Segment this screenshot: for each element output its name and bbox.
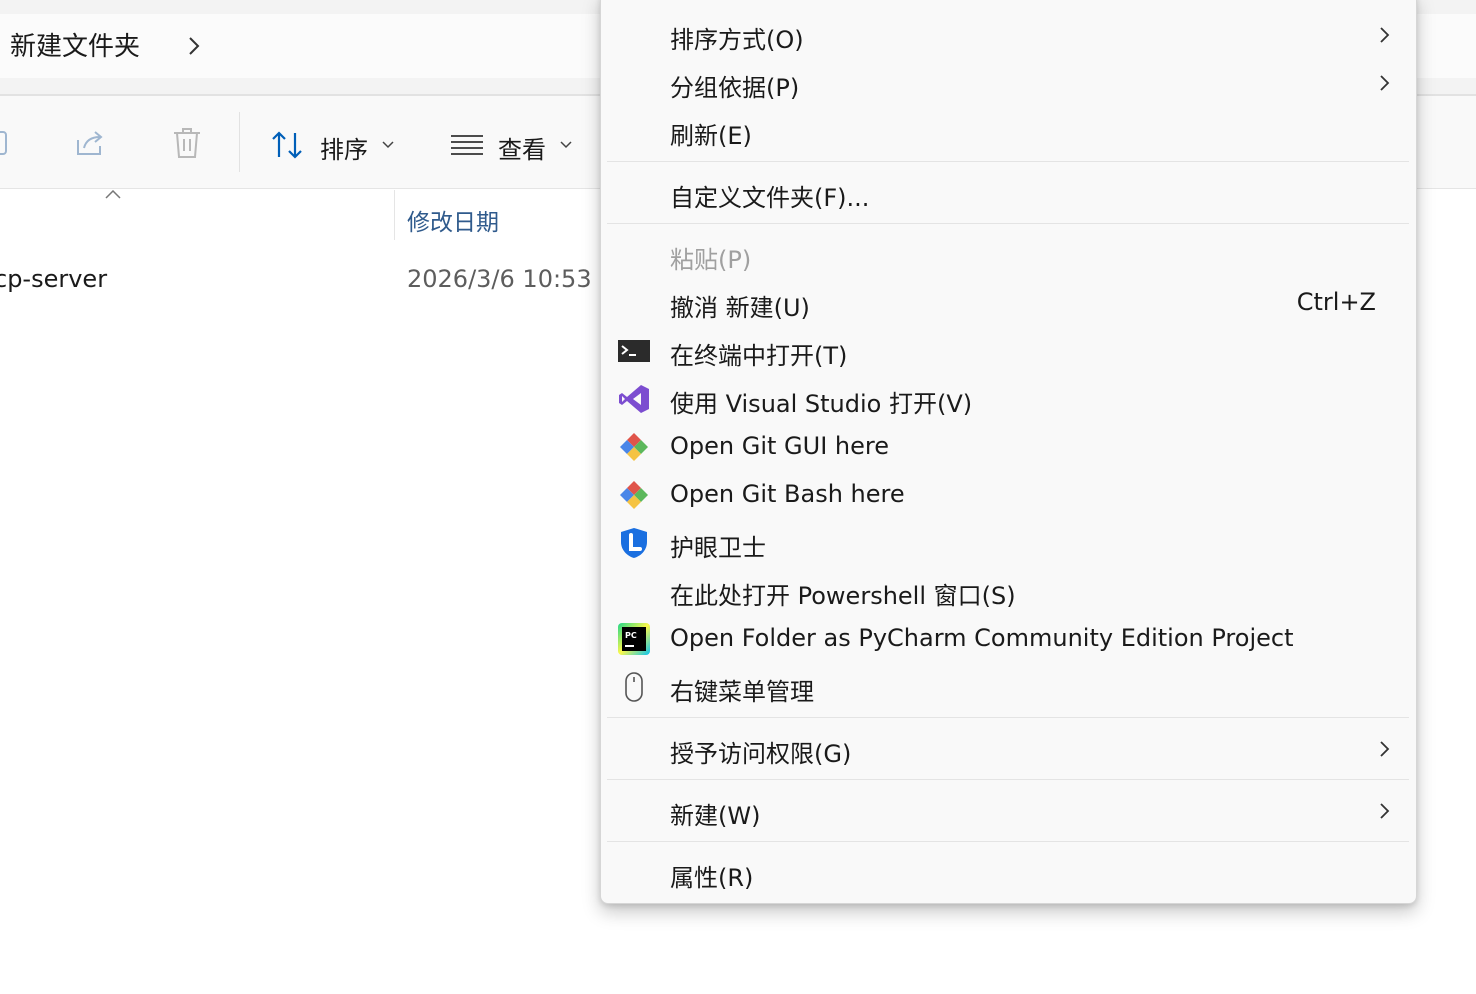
- menu-item-properties[interactable]: 属性(R): [601, 850, 1416, 896]
- chevron-down-icon[interactable]: [560, 141, 572, 149]
- menu-item-label: 护眼卫士: [670, 534, 766, 562]
- menu-divider: [607, 161, 1409, 162]
- menu-item-label: Open Folder as PyCharm Community Edition…: [670, 624, 1294, 652]
- menu-item-context-menu-manager[interactable]: 右键菜单管理: [601, 664, 1416, 710]
- chevron-right-icon: [1380, 741, 1390, 757]
- terminal-icon: [618, 340, 650, 362]
- menu-item-new[interactable]: 新建(W): [601, 788, 1416, 834]
- menu-item-label: 使用 Visual Studio 打开(V): [670, 390, 973, 418]
- menu-item-label: 排序方式(O): [670, 26, 804, 54]
- mouse-icon: [625, 672, 643, 702]
- menu-item-label: 授予访问权限(G): [670, 740, 852, 768]
- menu-item-undo-new[interactable]: 撤消 新建(U) Ctrl+Z: [601, 280, 1416, 326]
- file-row-name[interactable]: cp-server: [0, 265, 107, 293]
- file-row-date: 2026/3/6 10:53: [407, 265, 592, 293]
- svg-text:PC: PC: [625, 631, 637, 640]
- chevron-right-icon: [1380, 803, 1390, 819]
- menu-item-label: 自定义文件夹(F)...: [670, 184, 870, 212]
- menu-item-label: 新建(W): [670, 802, 761, 830]
- menu-item-label: 撤消 新建(U): [670, 294, 810, 322]
- pycharm-icon: PC: [618, 623, 650, 655]
- menu-item-open-visual-studio[interactable]: 使用 Visual Studio 打开(V): [601, 376, 1416, 422]
- menu-item-git-gui[interactable]: Open Git GUI here: [601, 424, 1416, 470]
- menu-divider: [607, 717, 1409, 718]
- menu-divider: [607, 779, 1409, 780]
- menu-item-customize-folder[interactable]: 自定义文件夹(F)...: [601, 170, 1416, 216]
- toolbar-separator: [239, 112, 240, 172]
- sort-button-label[interactable]: 排序: [320, 130, 368, 165]
- column-separator[interactable]: [394, 190, 395, 240]
- menu-item-label: 属性(R): [670, 864, 754, 892]
- menu-divider: [607, 841, 1409, 842]
- menu-item-paste: 粘贴(P): [601, 232, 1416, 278]
- menu-item-label: 在终端中打开(T): [670, 342, 848, 370]
- view-icon[interactable]: [450, 134, 484, 156]
- chevron-right-icon[interactable]: [184, 35, 204, 57]
- menu-item-grant-access[interactable]: 授予访问权限(G): [601, 726, 1416, 772]
- menu-item-label: 右键菜单管理: [670, 678, 814, 706]
- menu-item-pycharm[interactable]: PC Open Folder as PyCharm Community Edit…: [601, 616, 1416, 662]
- chevron-right-icon: [1380, 75, 1390, 91]
- menu-item-label: 粘贴(P): [670, 246, 752, 274]
- git-icon: [620, 433, 648, 461]
- trash-icon[interactable]: [171, 127, 203, 159]
- visual-studio-icon: [619, 385, 649, 413]
- menu-item-eye-guard[interactable]: 护眼卫士: [601, 520, 1416, 566]
- menu-item-group-by[interactable]: 分组依据(P): [601, 60, 1416, 106]
- menu-item-label: 分组依据(P): [670, 74, 800, 102]
- menu-item-sort-by[interactable]: 排序方式(O): [601, 12, 1416, 58]
- menu-divider: [607, 223, 1409, 224]
- context-menu: 排序方式(O) 分组依据(P) 刷新(E) 自定义文件夹(F)... 粘贴(P)…: [600, 0, 1417, 904]
- menu-item-refresh[interactable]: 刷新(E): [601, 108, 1416, 154]
- menu-item-label: Open Git Bash here: [670, 480, 905, 508]
- menu-item-label: Open Git GUI here: [670, 432, 889, 460]
- shortcut-label: Ctrl+Z: [1296, 288, 1376, 316]
- menu-item-git-bash[interactable]: Open Git Bash here: [601, 472, 1416, 518]
- menu-item-label: 在此处打开 Powershell 窗口(S): [670, 582, 1016, 610]
- view-button-label[interactable]: 查看: [498, 130, 546, 165]
- share-icon[interactable]: [74, 128, 108, 158]
- breadcrumb-current-folder[interactable]: 新建文件夹: [10, 26, 140, 63]
- shield-icon: [621, 528, 647, 558]
- column-header-date-modified[interactable]: 修改日期: [407, 203, 499, 237]
- sort-icon[interactable]: [271, 131, 307, 159]
- chevron-down-icon[interactable]: [382, 141, 394, 149]
- chevron-right-icon: [1380, 27, 1390, 43]
- menu-item-label: 刷新(E): [670, 122, 752, 150]
- menu-item-open-in-terminal[interactable]: 在终端中打开(T): [601, 328, 1416, 374]
- menu-item-powershell[interactable]: 在此处打开 Powershell 窗口(S): [601, 568, 1416, 614]
- sort-ascending-caret-icon[interactable]: [105, 190, 121, 199]
- copy-icon[interactable]: [0, 128, 14, 158]
- git-icon: [620, 481, 648, 509]
